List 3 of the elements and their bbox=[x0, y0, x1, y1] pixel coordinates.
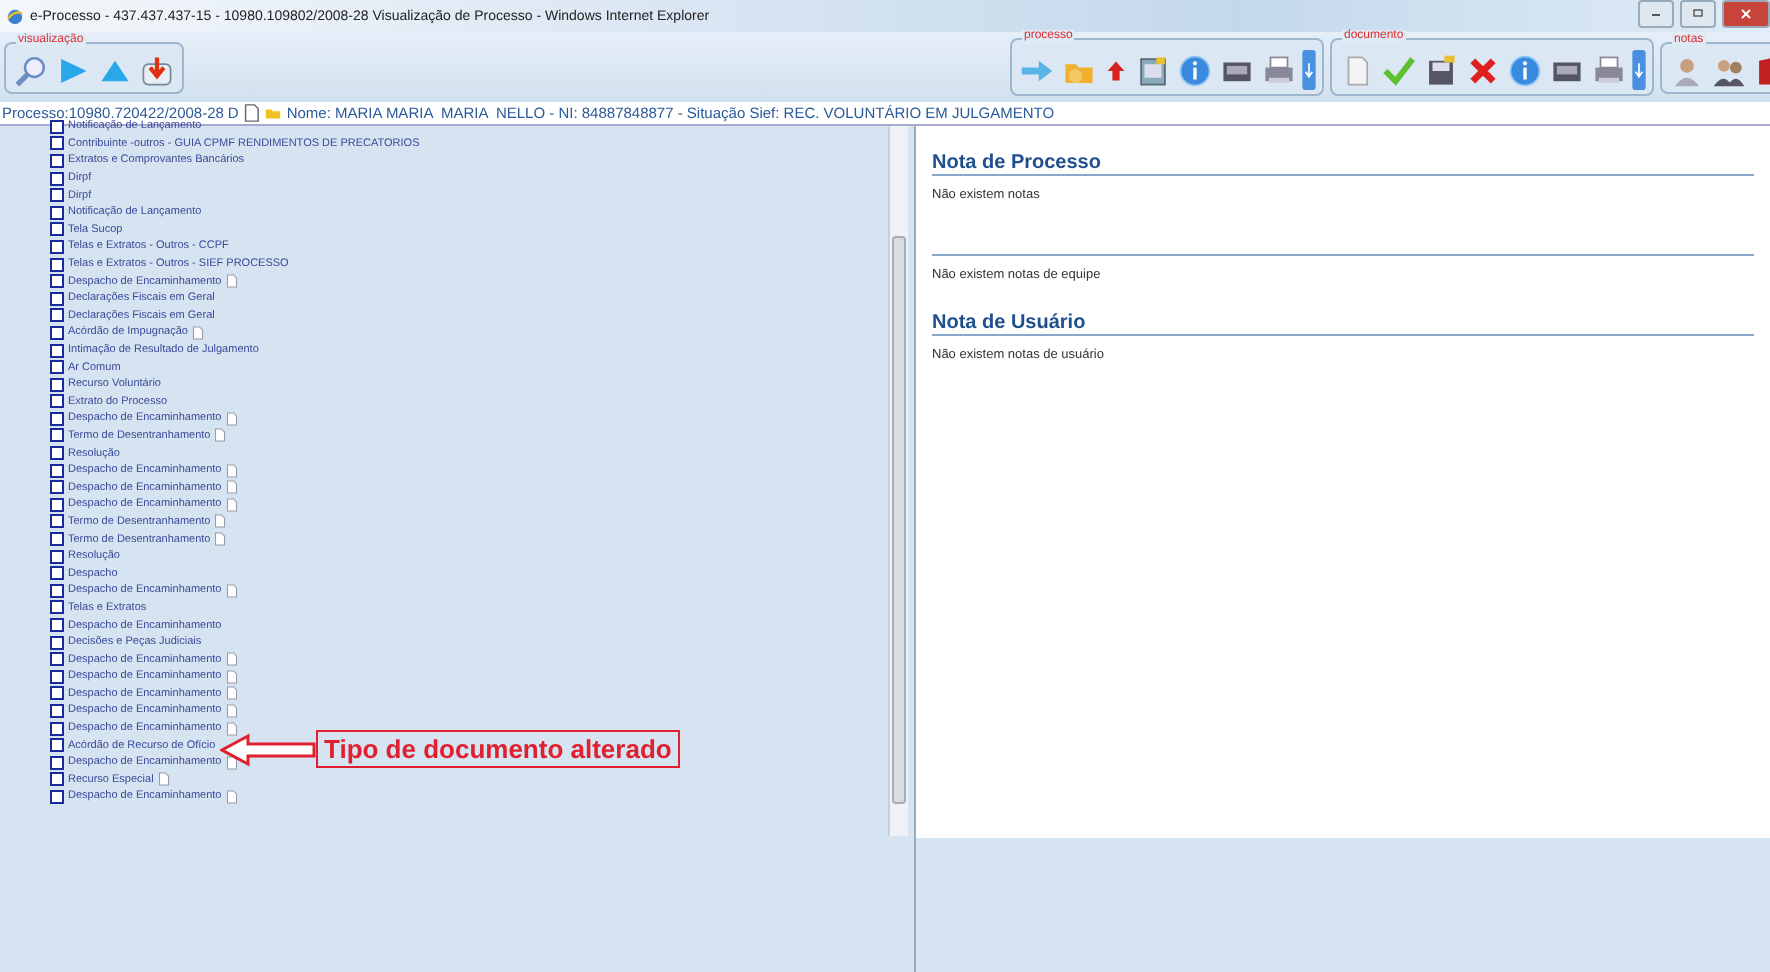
section-heading: Nota de Processo bbox=[932, 152, 1101, 174]
annotation-label: Tipo de documento alterado bbox=[316, 730, 680, 768]
section-heading: Nota de Usuário bbox=[932, 312, 1086, 334]
